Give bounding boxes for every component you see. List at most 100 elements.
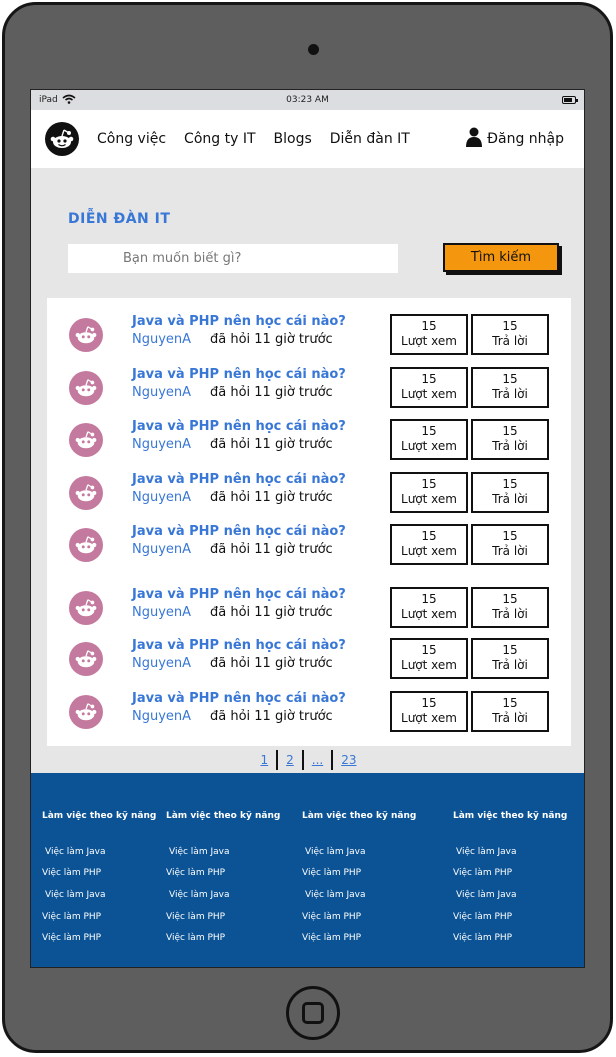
views-box: 15 Lượt xem bbox=[390, 524, 468, 565]
replies-count: 15 bbox=[502, 592, 518, 606]
avatar[interactable] bbox=[69, 695, 103, 729]
home-button[interactable] bbox=[286, 986, 340, 1040]
footer-link[interactable]: Việc làm PHP bbox=[302, 868, 361, 878]
question-title[interactable]: Java và PHP nên học cái nào? bbox=[132, 367, 346, 382]
question-row: Java và PHP nên học cái nào? NguyenA đã hỏ… bbox=[47, 587, 571, 629]
question-author[interactable]: NguyenA bbox=[132, 542, 191, 557]
avatar[interactable] bbox=[69, 318, 103, 352]
footer-link[interactable]: Việc làm PHP bbox=[166, 868, 225, 878]
footer-link[interactable]: Việc làm Java bbox=[169, 847, 229, 857]
replies-box: 15 Trả lời bbox=[471, 638, 549, 679]
question-title[interactable]: Java và PHP nên học cái nào? bbox=[132, 419, 346, 434]
question-row: Java và PHP nên học cái nào? NguyenA đã hỏ… bbox=[47, 367, 571, 409]
replies-count: 15 bbox=[502, 696, 518, 710]
page-link-2[interactable]: 2 bbox=[278, 753, 302, 767]
question-time: đã hỏi 11 giờ trước bbox=[210, 709, 333, 724]
nav-blogs[interactable]: Blogs bbox=[274, 131, 312, 147]
login-button[interactable]: Đăng nhập bbox=[465, 110, 564, 168]
nav-jobs[interactable]: Công việc bbox=[97, 131, 166, 147]
question-row: Java và PHP nên học cái nào? NguyenA đã hỏ… bbox=[47, 472, 571, 514]
replies-label: Trả lời bbox=[492, 492, 528, 506]
replies-count: 15 bbox=[502, 529, 518, 543]
replies-box: 15 Trả lời bbox=[471, 314, 549, 355]
question-author[interactable]: NguyenA bbox=[132, 332, 191, 347]
nav-forum[interactable]: Diễn đàn IT bbox=[330, 131, 410, 147]
avatar[interactable] bbox=[69, 528, 103, 562]
page-link-1[interactable]: 1 bbox=[252, 753, 276, 767]
avatar[interactable] bbox=[69, 476, 103, 510]
logo-icon[interactable] bbox=[45, 122, 79, 156]
footer-link[interactable]: Việc làm PHP bbox=[302, 912, 361, 922]
question-author[interactable]: NguyenA bbox=[132, 385, 191, 400]
question-title[interactable]: Java và PHP nên học cái nào? bbox=[132, 472, 346, 487]
views-box: 15 Lượt xem bbox=[390, 367, 468, 408]
views-count: 15 bbox=[421, 372, 437, 386]
views-box: 15 Lượt xem bbox=[390, 691, 468, 732]
footer-heading: Làm việc theo kỹ năng bbox=[42, 811, 157, 821]
footer-link[interactable]: Việc làm Java bbox=[45, 847, 105, 857]
question-row: Java và PHP nên học cái nào? NguyenA đã hỏ… bbox=[47, 691, 571, 733]
replies-label: Trả lời bbox=[492, 607, 528, 621]
nav-companies[interactable]: Công ty IT bbox=[184, 131, 255, 147]
footer-link[interactable]: Việc làm PHP bbox=[42, 912, 101, 922]
question-title[interactable]: Java và PHP nên học cái nào? bbox=[132, 314, 346, 329]
footer-link[interactable]: Việc làm Java bbox=[305, 890, 365, 900]
views-count: 15 bbox=[421, 529, 437, 543]
replies-count: 15 bbox=[502, 319, 518, 333]
footer-link[interactable]: Việc làm PHP bbox=[166, 933, 225, 943]
question-author[interactable]: NguyenA bbox=[132, 709, 191, 724]
question-row: Java và PHP nên học cái nào? NguyenA đã hỏ… bbox=[47, 524, 571, 566]
replies-label: Trả lời bbox=[492, 658, 528, 672]
avatar[interactable] bbox=[69, 591, 103, 625]
question-author[interactable]: NguyenA bbox=[132, 437, 191, 452]
footer-link[interactable]: Việc làm PHP bbox=[166, 912, 225, 922]
avatar[interactable] bbox=[69, 371, 103, 405]
navbar: Công việc Công ty IT Blogs Diễn đàn IT Đ… bbox=[31, 110, 584, 168]
question-author[interactable]: NguyenA bbox=[132, 490, 191, 505]
replies-box: 15 Trả lời bbox=[471, 524, 549, 565]
question-title[interactable]: Java và PHP nên học cái nào? bbox=[132, 587, 346, 602]
search-button[interactable]: Tìm kiếm bbox=[443, 243, 559, 272]
footer-heading: Làm việc theo kỹ năng bbox=[302, 811, 417, 821]
footer-link[interactable]: Việc làm PHP bbox=[453, 912, 512, 922]
page-link-last[interactable]: 23 bbox=[333, 753, 364, 767]
replies-box: 15 Trả lời bbox=[471, 419, 549, 460]
question-title[interactable]: Java và PHP nên học cái nào? bbox=[132, 638, 346, 653]
question-row: Java và PHP nên học cái nào? NguyenA đã hỏ… bbox=[47, 419, 571, 461]
footer-link[interactable]: Việc làm PHP bbox=[42, 933, 101, 943]
avatar[interactable] bbox=[69, 423, 103, 457]
footer-link[interactable]: Việc làm Java bbox=[456, 847, 516, 857]
footer-link[interactable]: Việc làm Java bbox=[45, 890, 105, 900]
page-link-ellipsis[interactable]: ... bbox=[304, 753, 331, 767]
replies-box: 15 Trả lời bbox=[471, 472, 549, 513]
views-count: 15 bbox=[421, 592, 437, 606]
question-title[interactable]: Java và PHP nên học cái nào? bbox=[132, 691, 346, 706]
question-title[interactable]: Java và PHP nên học cái nào? bbox=[132, 524, 346, 539]
replies-label: Trả lời bbox=[492, 439, 528, 453]
search-input[interactable] bbox=[68, 244, 398, 273]
question-time: đã hỏi 11 giờ trước bbox=[210, 490, 333, 505]
question-author[interactable]: NguyenA bbox=[132, 656, 191, 671]
question-time: đã hỏi 11 giờ trước bbox=[210, 605, 333, 620]
footer-link[interactable]: Việc làm PHP bbox=[453, 868, 512, 878]
footer-link[interactable]: Việc làm PHP bbox=[302, 933, 361, 943]
views-count: 15 bbox=[421, 477, 437, 491]
views-label: Lượt xem bbox=[401, 439, 457, 453]
views-label: Lượt xem bbox=[401, 607, 457, 621]
pagination: 1 2 ... 23 bbox=[31, 750, 584, 770]
home-icon bbox=[302, 1002, 324, 1024]
footer-link[interactable]: Việc làm Java bbox=[305, 847, 365, 857]
screen: iPad 03:23 AM Công việc Công ty IT Blogs… bbox=[30, 89, 585, 968]
footer-link[interactable]: Việc làm PHP bbox=[453, 933, 512, 943]
replies-box: 15 Trả lời bbox=[471, 367, 549, 408]
footer-link[interactable]: Việc làm Java bbox=[456, 890, 516, 900]
footer-link[interactable]: Việc làm Java bbox=[169, 890, 229, 900]
views-count: 15 bbox=[421, 643, 437, 657]
question-list: Java và PHP nên học cái nào? NguyenA đã hỏ… bbox=[47, 298, 571, 746]
question-time: đã hỏi 11 giờ trước bbox=[210, 542, 333, 557]
views-label: Lượt xem bbox=[401, 334, 457, 348]
question-time: đã hỏi 11 giờ trước bbox=[210, 437, 333, 452]
footer-link[interactable]: Việc làm PHP bbox=[42, 868, 101, 878]
question-author[interactable]: NguyenA bbox=[132, 605, 191, 620]
avatar[interactable] bbox=[69, 642, 103, 676]
